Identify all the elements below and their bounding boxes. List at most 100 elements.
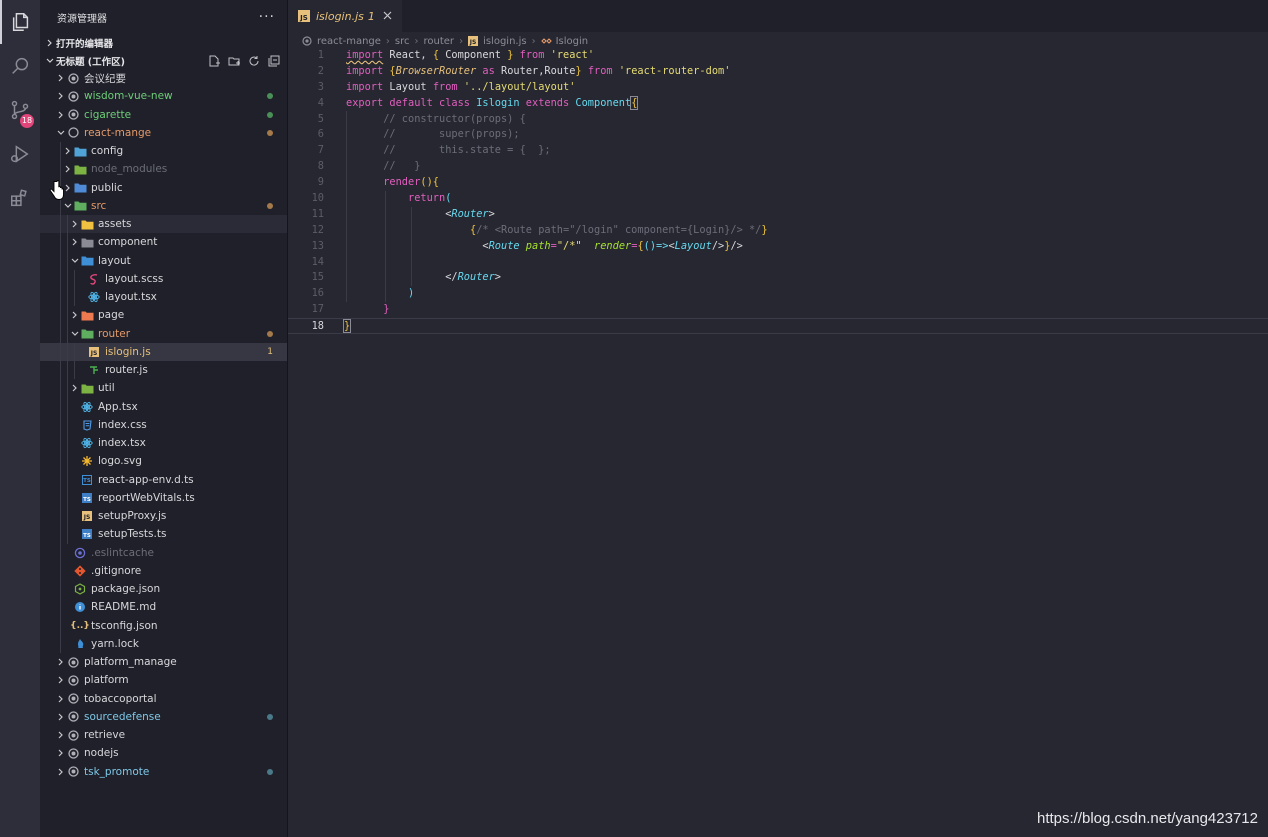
tree-item[interactable]: react-mange [40,124,287,142]
code-text: </Router> [346,271,501,284]
tree-item[interactable]: TS setupTests.ts [40,525,287,544]
modified-dot-icon [267,93,273,100]
code-editor[interactable]: 1 import React, { Component } from 'react… [288,48,1268,335]
chevron-down-icon [70,257,80,265]
tree-item[interactable]: .eslintcache [40,543,287,562]
refresh-icon[interactable] [247,54,261,68]
tree-item[interactable]: index.tsx [40,434,287,453]
indent-guide [60,288,61,307]
tree-item[interactable]: wisdom-vue-new [40,87,287,105]
routing-icon [87,363,101,377]
source-control-button[interactable]: 18 [0,88,40,132]
tree-item[interactable]: layout.scss [40,269,287,288]
tree-item[interactable]: 会议纪要 [40,69,287,87]
line-number: 11 [311,207,324,220]
new-folder-icon[interactable] [227,54,241,68]
tree-item[interactable]: README.md [40,598,287,617]
tree-item-label: sourcedefense [84,710,161,723]
breadcrumb-item[interactable]: src [395,36,410,47]
tree-item[interactable]: assets [40,215,287,234]
code-line-current: 18} [288,318,1268,335]
indent-guide [67,288,68,307]
explorer-button[interactable] [0,0,40,44]
tree-item[interactable]: src [40,196,287,215]
tree-item[interactable]: platform_manage [40,653,287,671]
tree-item-label: util [98,382,115,395]
tree-item[interactable]: retrieve [40,726,287,744]
folder-root-icon [302,36,312,46]
indent-guide [60,598,61,617]
search-button[interactable] [0,44,40,88]
tree-item[interactable]: App.tsx [40,397,287,416]
tree-item-label: islogin.js [105,345,151,358]
tree-item[interactable]: logo.svg [40,452,287,471]
tree-item[interactable]: util [40,379,287,398]
tree-item[interactable]: component [40,233,287,252]
breadcrumb-item[interactable]: react-mange [317,36,381,47]
line-number: 17 [311,303,324,316]
tree-item[interactable]: router [40,324,287,343]
indent-guide [67,434,68,453]
scm-badge: 18 [20,114,34,128]
code-text: <Route path="/*" render={()=><Layout/>}/… [346,239,743,252]
vscode-window: 18 资源管理器 ··· 打开的编辑器 无标题 (工作区) 会议纪要 wisdo… [0,0,1268,837]
tree-item-label: .eslintcache [91,546,154,559]
tree-item[interactable]: page [40,306,287,325]
tree-item[interactable]: yarn.lock [40,634,287,653]
tree-item-label: wisdom-vue-new [84,90,173,103]
tree-item-label: retrieve [84,729,126,742]
open-editors-section[interactable]: 打开的编辑器 [40,34,287,52]
tree-item-label: logo.svg [98,455,142,468]
tree-item[interactable]: index.css [40,415,287,434]
code-text: render(){ [383,176,440,189]
collapse-all-icon[interactable] [267,54,281,68]
tree-item[interactable]: node_modules [40,160,287,179]
tree-item[interactable]: package.json [40,580,287,599]
indent-guide [60,634,61,653]
tab-islogin[interactable]: JS islogin.js 1 [288,0,402,32]
indent-guide [67,269,68,288]
indent-guide [67,379,68,398]
tree-item[interactable]: JS islogin.js 1 [40,342,287,361]
more-actions-icon[interactable]: ··· [259,9,275,25]
tree-item[interactable]: tobaccoportal [40,690,287,708]
tree-item[interactable]: {..} tsconfig.json [40,616,287,635]
tree-item[interactable]: cigarette [40,106,287,124]
explorer-title: 资源管理器 [57,13,107,25]
tree-item-label: config [91,145,124,158]
close-icon[interactable] [383,10,392,23]
tree-item[interactable]: TS reportWebVitals.ts [40,488,287,507]
tree-item[interactable]: layout.tsx [40,288,287,307]
tree-item[interactable]: router.js [40,361,287,380]
tree-item[interactable]: tsk_promote [40,763,287,781]
tree-item[interactable]: TS react-app-env.d.ts [40,470,287,489]
workspace-actions [207,54,287,68]
extensions-button[interactable] [0,176,40,220]
tree-item[interactable]: platform [40,671,287,689]
folder-public-icon [73,181,87,195]
tree-item[interactable]: JS setupProxy.js [40,507,287,526]
run-debug-button[interactable] [0,132,40,176]
indent-guide [67,251,68,270]
tree-item[interactable]: public [40,178,287,197]
tree-item[interactable]: sourcedefense [40,708,287,726]
tree-item-label: README.md [91,601,157,614]
workspace-section[interactable]: 无标题 (工作区) [40,52,287,70]
new-file-icon[interactable] [207,54,221,68]
indent-guide [74,269,75,288]
tree-item[interactable]: config [40,142,287,161]
breadcrumb-item[interactable]: Islogin [556,36,589,47]
indent-guide [74,288,75,307]
breadcrumb-item[interactable]: islogin.js [483,36,527,47]
json-icon: {..} [70,620,90,631]
tree-item[interactable]: nodejs [40,744,287,762]
js-icon: JS [298,10,310,22]
tree-item[interactable]: layout [40,251,287,270]
folder-icon [80,235,94,249]
breadcrumb-item[interactable]: router [424,36,455,47]
line-number: 3 [317,80,324,93]
tree-item[interactable]: .gitignore [40,561,287,580]
tree-item-label: layout.tsx [105,291,157,304]
line-number: 2 [317,64,324,77]
folder-root-icon [66,765,80,779]
